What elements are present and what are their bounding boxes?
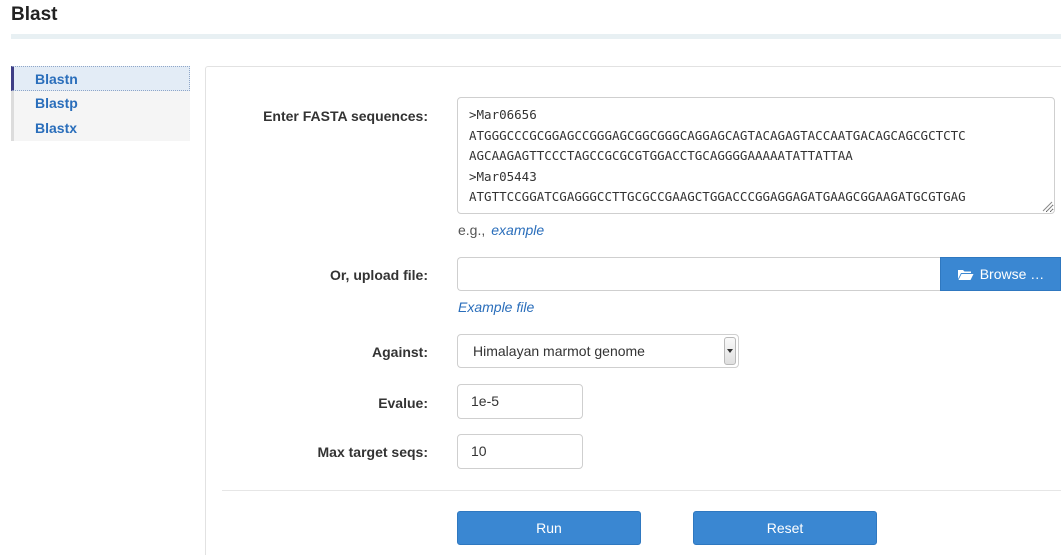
fasta-label: Enter FASTA sequences: [263,108,428,124]
browse-button[interactable]: Browse … [940,257,1061,291]
fasta-textarea[interactable]: >Mar06656 ATGGGCCCGCGGAGCCGGGAGCGGCGGGCA… [457,97,1055,214]
example-link[interactable]: example [491,222,544,238]
browse-label: Browse … [979,266,1045,282]
example-file-link[interactable]: Example file [458,299,534,315]
folder-open-icon [957,269,974,280]
eg-text: e.g., [458,222,486,238]
title-divider [11,34,1061,39]
page-title: Blast [11,4,58,25]
evalue-input[interactable]: 1e-5 [457,384,583,419]
sidebar-item-blastx[interactable]: Blastx [11,116,190,141]
reset-button[interactable]: Reset [693,511,877,545]
max-target-input[interactable]: 10 [457,434,583,469]
against-selected-value: Himalayan marmot genome [473,343,645,359]
against-select[interactable]: Himalayan marmot genome [457,334,739,368]
against-label: Against: [372,344,428,360]
sidebar-item-blastp[interactable]: Blastp [11,91,190,116]
sidebar: Blastn Blastp Blastx [11,66,190,141]
upload-file-field[interactable] [457,257,941,291]
evalue-label: Evalue: [378,395,428,411]
run-button[interactable]: Run [457,511,641,545]
sidebar-item-blastn[interactable]: Blastn [11,66,190,91]
upload-label: Or, upload file: [329,267,428,283]
max-target-label: Max target seqs: [317,444,428,460]
dropdown-arrow-icon[interactable] [724,337,736,365]
example-hint: e.g., example [458,222,544,238]
form-divider [222,490,1061,491]
resize-handle-icon[interactable] [1041,200,1053,212]
